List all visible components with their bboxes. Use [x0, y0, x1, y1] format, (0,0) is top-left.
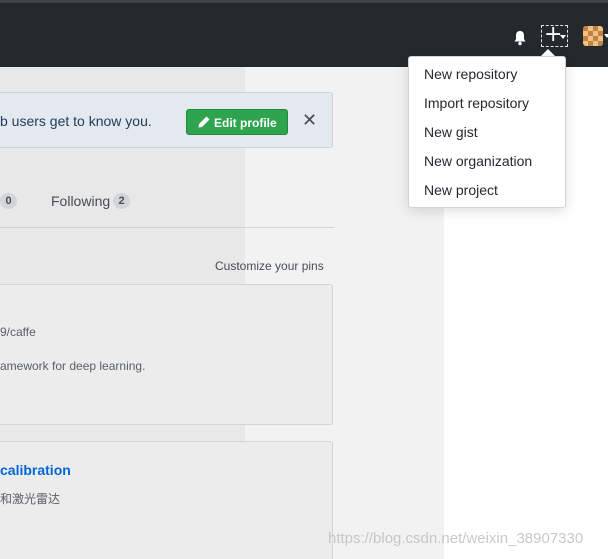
menu-item-new-repository[interactable]: New repository	[409, 63, 565, 89]
menu-item-new-project[interactable]: New project	[409, 179, 565, 205]
avatar-pixel	[598, 31, 603, 36]
repo-description: 和激光雷达	[0, 492, 61, 506]
pencil-icon	[198, 116, 210, 128]
create-dropdown-menu: New repository Import repository New gis…	[408, 56, 566, 208]
section-divider	[0, 227, 334, 228]
avatar-caret-icon[interactable]	[604, 34, 608, 38]
avatar-pixel	[588, 41, 593, 46]
edit-profile-button[interactable]: Edit profile	[186, 109, 288, 135]
menu-item-import-repository[interactable]: Import repository	[409, 92, 565, 118]
header-top-edge	[0, 0, 608, 3]
bell-icon[interactable]	[512, 30, 528, 46]
customize-pins-link[interactable]: Customize your pins	[215, 259, 324, 273]
dropdown-arrow	[541, 49, 555, 56]
edit-profile-label: Edit profile	[214, 116, 277, 130]
repo-fork-source: 9/caffe	[0, 325, 36, 339]
banner-text: b users get to know you.	[0, 113, 152, 129]
pinned-repo-card[interactable]: 9/caffe amework for deep learning.	[0, 284, 333, 425]
user-avatar[interactable]	[583, 26, 603, 46]
caret-down-icon	[560, 35, 566, 39]
repo-description: amework for deep learning.	[0, 359, 146, 373]
pinned-repo-card[interactable]: calibration 和激光雷达	[0, 441, 333, 559]
menu-item-new-gist[interactable]: New gist	[409, 121, 565, 147]
followers-count-badge: 0	[0, 193, 17, 209]
watermark-text: https://blog.csdn.net/weixin_38907330	[328, 530, 584, 547]
menu-item-new-organization[interactable]: New organization	[409, 150, 565, 176]
avatar-pixel	[598, 41, 603, 46]
close-icon[interactable]: ✕	[302, 111, 317, 131]
following-link[interactable]: Following	[51, 193, 110, 209]
create-new-button[interactable]: +	[541, 24, 568, 47]
repo-name-link[interactable]: calibration	[0, 462, 71, 478]
following-count-badge: 2	[113, 193, 130, 209]
